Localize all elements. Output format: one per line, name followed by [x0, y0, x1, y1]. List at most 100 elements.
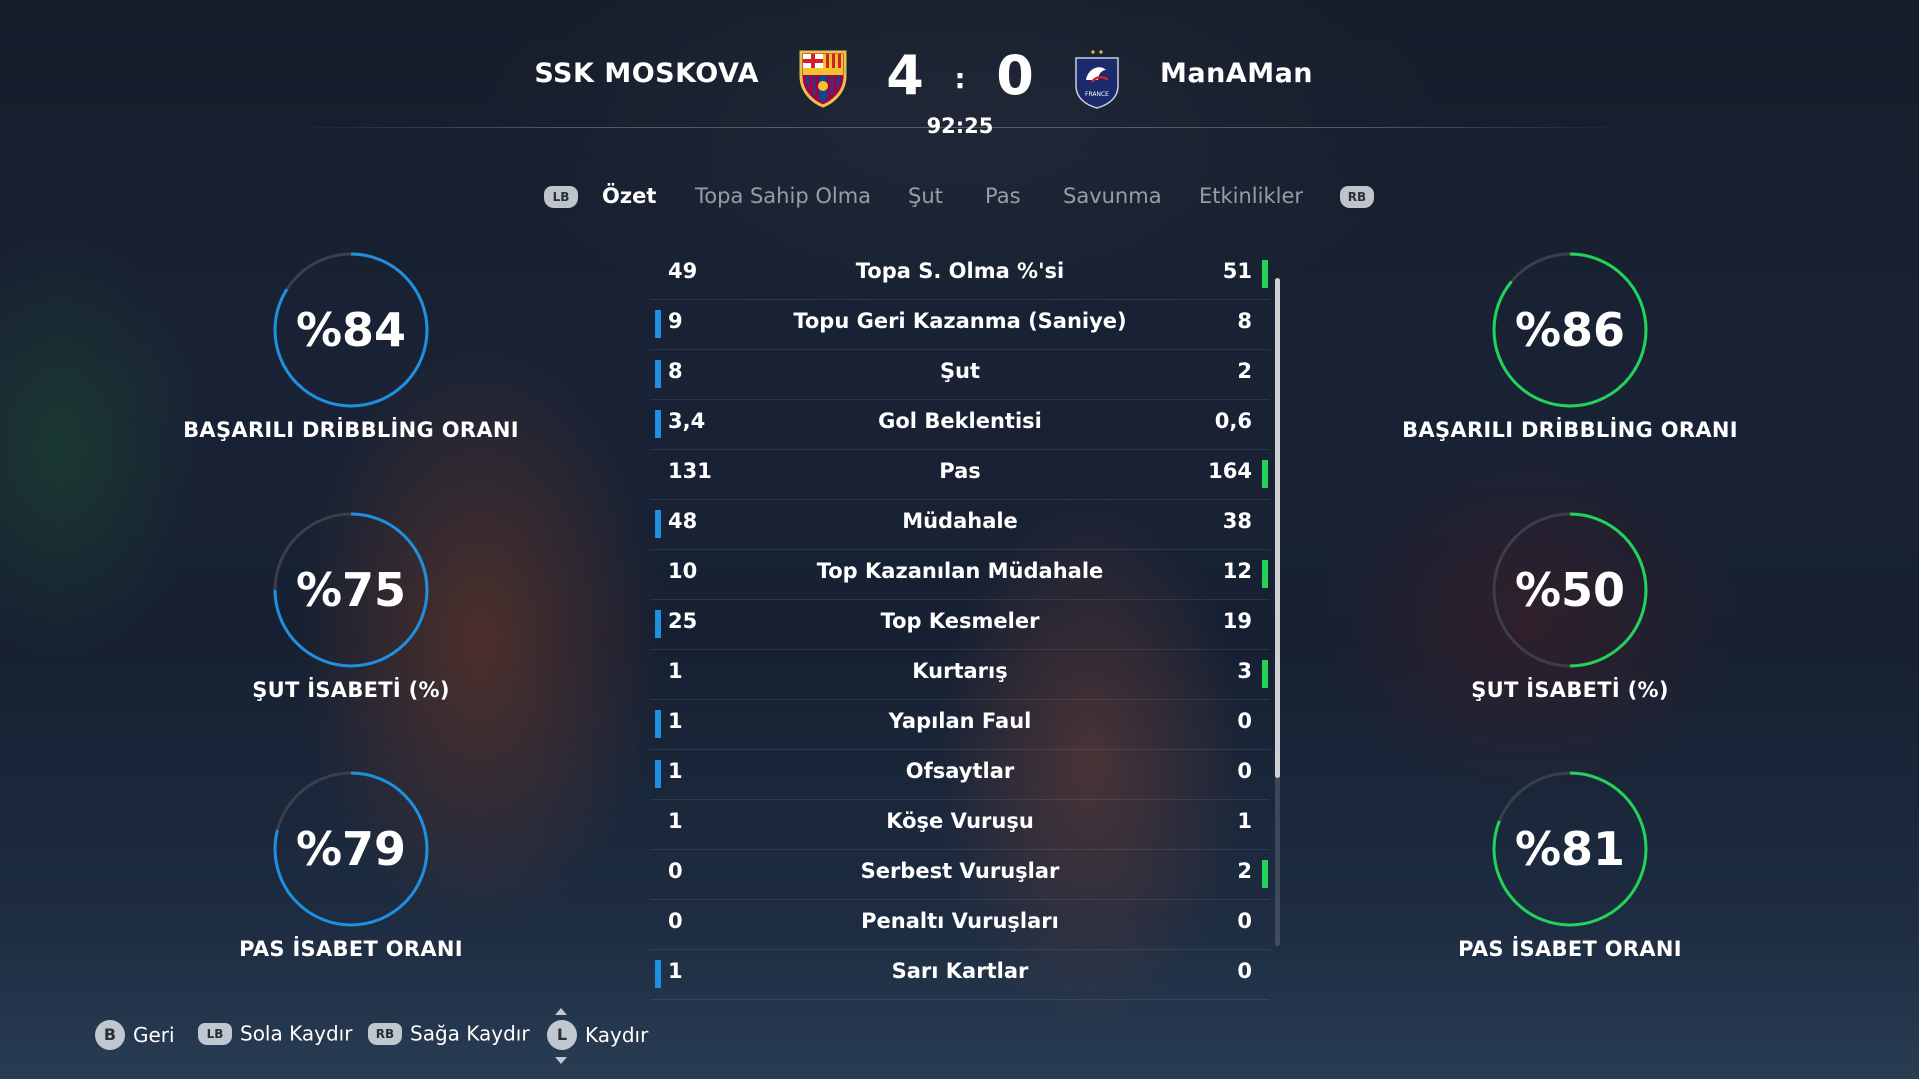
away-shot-accuracy-value: %50	[1514, 563, 1626, 617]
away-crest-text: FRANCE	[1085, 91, 1109, 98]
away-stat-value: 3	[1237, 659, 1252, 683]
home-shot-accuracy-value: %75	[295, 563, 407, 617]
stat-row: 3,4 Gol Beklentisi 0,6	[650, 400, 1270, 450]
stat-row: 0 Serbest Vuruşlar 2	[650, 850, 1270, 900]
away-stat-value: 0	[1237, 709, 1252, 733]
tab-pas[interactable]: Pas	[985, 184, 1021, 208]
tab-ozet[interactable]: Özet	[602, 184, 656, 208]
home-shot-accuracy-ring: %75	[271, 510, 431, 670]
home-dribbling-ring: %84	[271, 250, 431, 410]
scroll-right-button[interactable]: RB Sağa Kaydır	[368, 1020, 530, 1046]
tab-etkinlikler[interactable]: Etkinlikler	[1199, 184, 1303, 208]
scroll-left-label: Sola Kaydır	[240, 1021, 353, 1046]
away-shot-accuracy-ring: %50	[1490, 510, 1650, 670]
away-stat-value: 0	[1237, 959, 1252, 983]
stat-label: Şut	[939, 359, 981, 383]
stat-label: Kurtarış	[912, 659, 1008, 683]
home-pass-accuracy-value: %79	[295, 822, 407, 876]
stat-row: 10 Top Kazanılan Müdahale 12	[650, 550, 1270, 600]
scoreboard-header: SSK MOSKOVA 4 : 0 FRANCE ManAMan 92:25	[0, 0, 1919, 150]
home-team-crest-icon	[793, 48, 853, 108]
away-stat-value: 12	[1222, 559, 1252, 583]
rb-hint-icon: RB	[368, 1022, 402, 1045]
away-stat-value: 0	[1237, 909, 1252, 933]
stat-row: 1 Sarı Kartlar 0	[650, 950, 1270, 1000]
rb-button-icon[interactable]: RB	[1340, 186, 1374, 208]
away-stat-value: 2	[1237, 859, 1252, 883]
home-pass-accuracy-ring: %79	[271, 769, 431, 929]
away-team-crest-icon: FRANCE	[1072, 48, 1122, 110]
stat-label: Serbest Vuruşlar	[860, 859, 1060, 883]
stat-row: 49 Topa S. Olma %'si 51	[650, 250, 1270, 300]
header-divider	[285, 127, 1635, 128]
tab-topa-sahip-olma[interactable]: Topa Sahip Olma	[695, 184, 871, 208]
down-arrow-icon	[555, 1057, 567, 1064]
away-leader-bar	[1262, 460, 1268, 488]
stats-scrollbar[interactable]	[1275, 278, 1280, 946]
home-dribbling-label: BAŞARILI DRİBBLİNG ORANI	[183, 418, 519, 442]
away-leader-bar	[1262, 660, 1268, 688]
away-stat-value: 2	[1237, 359, 1252, 383]
tab-savunma[interactable]: Savunma	[1063, 184, 1162, 208]
away-shot-accuracy-label: ŞUT İSABETİ (%)	[1471, 678, 1669, 702]
away-dribbling-value: %86	[1514, 303, 1626, 357]
scroll-button[interactable]: L Kaydır	[547, 1008, 649, 1064]
away-stat-value: 19	[1222, 609, 1252, 633]
stat-row: 48 Müdahale 38	[650, 500, 1270, 550]
away-dribbling-ring: %86	[1490, 250, 1650, 410]
away-stat-value: 0,6	[1214, 409, 1252, 433]
home-team-name: SSK MOSKOVA	[534, 58, 759, 89]
stat-label: Pas	[939, 459, 981, 483]
stat-label: Köşe Vuruşu	[886, 809, 1034, 833]
stat-row: 1 Yapılan Faul 0	[650, 700, 1270, 750]
stat-row: 131 Pas 164	[650, 450, 1270, 500]
away-stat-value: 1	[1237, 809, 1252, 833]
stat-row: 1 Ofsaytlar 0	[650, 750, 1270, 800]
away-stat-value: 51	[1222, 259, 1252, 283]
away-stat-value: 8	[1237, 309, 1252, 333]
stat-row: 1 Köşe Vuruşu 1	[650, 800, 1270, 850]
scroll-right-label: Sağa Kaydır	[410, 1021, 530, 1046]
stat-label: Müdahale	[902, 509, 1018, 533]
scroll-left-button[interactable]: LB Sola Kaydır	[198, 1020, 352, 1046]
home-score: 4	[886, 44, 924, 107]
b-button-icon: B	[95, 1020, 125, 1050]
stat-label: Topu Geri Kazanma (Saniye)	[793, 309, 1127, 333]
left-stick-icon: L	[547, 1020, 577, 1050]
stat-label: Sarı Kartlar	[891, 959, 1029, 983]
score-separator: :	[954, 62, 966, 95]
stat-row: 9 Topu Geri Kazanma (Saniye) 8	[650, 300, 1270, 350]
away-stat-value: 0	[1237, 759, 1252, 783]
stats-tab-bar: LB Özet Topa Sahip Olma Şut Pas Savunma …	[0, 184, 1919, 220]
away-pass-accuracy-value: %81	[1514, 822, 1626, 876]
stats-scrollbar-thumb[interactable]	[1275, 278, 1280, 778]
stat-row: 25 Top Kesmeler 19	[650, 600, 1270, 650]
stat-row: 8 Şut 2	[650, 350, 1270, 400]
away-pass-accuracy-label: PAS İSABET ORANI	[1458, 937, 1682, 961]
away-leader-bar	[1262, 860, 1268, 888]
tab-sut[interactable]: Şut	[908, 184, 943, 208]
lb-button-icon[interactable]: LB	[544, 186, 578, 208]
away-leader-bar	[1262, 260, 1268, 288]
back-label: Geri	[133, 1023, 175, 1047]
match-stats-table[interactable]: 49 Topa S. Olma %'si 51 9 Topu Geri Kazanma …	[650, 250, 1270, 1000]
back-button[interactable]: B Geri	[95, 1020, 175, 1050]
scroll-label: Kaydır	[585, 1023, 649, 1047]
stat-label: Topa S. Olma %'si	[855, 259, 1065, 283]
match-clock: 92:25	[926, 114, 994, 138]
away-leader-bar	[1262, 560, 1268, 588]
stat-label: Gol Beklentisi	[878, 409, 1042, 433]
away-team-name: ManAMan	[1160, 58, 1314, 89]
stat-label: Penaltı Vuruşları	[861, 909, 1059, 933]
away-dribbling-label: BAŞARILI DRİBBLİNG ORANI	[1402, 418, 1738, 442]
up-arrow-icon	[555, 1008, 567, 1015]
stat-label: Top Kesmeler	[880, 609, 1040, 633]
stat-label: Ofsaytlar	[905, 759, 1015, 783]
away-pass-accuracy-ring: %81	[1490, 769, 1650, 929]
lb-hint-icon: LB	[198, 1022, 232, 1045]
away-stat-value: 164	[1208, 459, 1252, 483]
home-dribbling-value: %84	[295, 303, 407, 357]
stat-label: Top Kazanılan Müdahale	[816, 559, 1104, 583]
stat-row: 1 Kurtarış 3	[650, 650, 1270, 700]
stat-label: Yapılan Faul	[888, 709, 1032, 733]
